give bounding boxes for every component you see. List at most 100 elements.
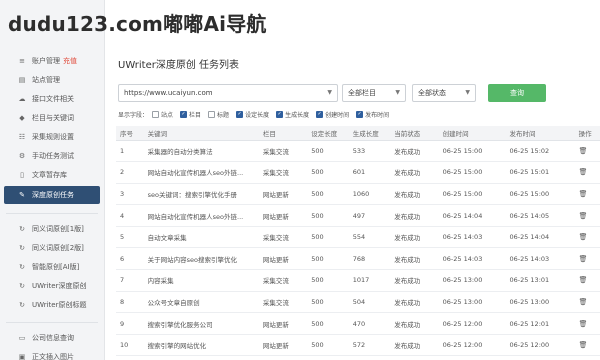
sidebar-item-label: 智能原创[AI版]: [32, 263, 80, 271]
row-index: 2: [116, 161, 144, 184]
row-keyword: 搜索引擎优化服务公司: [143, 312, 259, 335]
row-status: 发布成功: [390, 183, 439, 206]
row-gen-length: 601: [348, 161, 391, 184]
column-header: 序号: [116, 126, 144, 141]
checkbox-checked[interactable]: ✓: [180, 110, 188, 118]
row-created-time: 06-25 12:00: [438, 334, 506, 357]
delete-row-button[interactable]: 🗑: [574, 269, 600, 292]
row-keyword: 内容采集: [143, 269, 259, 292]
row-gen-length: 554: [348, 226, 391, 249]
row-published-time: 06-25 13:00: [505, 291, 575, 314]
column-header: 关键词: [143, 126, 259, 141]
row-index: 4: [116, 204, 144, 227]
row-published-time: 06-25 15:00: [505, 183, 575, 206]
delete-row-button[interactable]: 🗑: [574, 247, 600, 271]
row-column: 网站更新: [258, 312, 308, 335]
row-published-time: 06-25 12:01: [505, 312, 575, 335]
delete-row-button[interactable]: 🗑: [574, 183, 600, 206]
sidebar-item-uwriter-title[interactable]: ↻ UWriter原创标题: [0, 296, 104, 314]
field-toggle-site[interactable]: 站点: [152, 110, 173, 119]
row-published-time: 06-25 14:03: [505, 247, 575, 271]
sidebar-item-article-store[interactable]: ▯ 文章暂存库: [0, 166, 104, 184]
sidebar-item-keywords[interactable]: ◆ 栏目与关键词: [0, 109, 104, 127]
row-status: 发布成功: [390, 312, 439, 335]
row-published-time: 06-25 13:01: [505, 269, 575, 292]
column-header: 设定长度: [307, 126, 349, 141]
checkbox-label: 栏目: [189, 111, 202, 119]
row-keyword: 关于网站内容seo搜索引擎优化: [143, 247, 259, 271]
row-created-time: 06-25 12:00: [438, 312, 506, 335]
field-toggle-set-length[interactable]: ✓ 设定长度: [236, 110, 269, 119]
sidebar-item-insert-image[interactable]: ▣ 正文插入图片: [0, 348, 104, 360]
sidebar-item-rules[interactable]: ☷ 采集规则设置: [0, 128, 104, 146]
delete-row-button[interactable]: 🗑: [574, 334, 600, 357]
checkbox-checked[interactable]: ✓: [356, 110, 364, 118]
refresh-icon: ↻: [19, 263, 25, 271]
checkbox[interactable]: [208, 110, 216, 118]
sidebar-item-sites[interactable]: ▤ 站点管理: [0, 71, 104, 89]
edit-icon: ✎: [19, 191, 25, 199]
recharge-link[interactable]: 充值: [63, 56, 77, 66]
row-status: 发布成功: [390, 204, 439, 227]
delete-row-button[interactable]: 🗑: [574, 312, 600, 335]
row-column: 网站更新: [258, 183, 308, 206]
sidebar-item-label: 同义词原创[2版]: [32, 244, 84, 252]
checkbox-checked[interactable]: ✓: [236, 110, 244, 118]
column-header: 当前状态: [390, 126, 439, 141]
sidebar-item-synonym-v1[interactable]: ↻ 同义词原创[1版]: [0, 220, 104, 238]
trash-icon: 🗑: [578, 168, 588, 177]
row-column: 采集交流: [258, 140, 308, 163]
row-keyword: 网站自动化宣传机器人seo外链...: [143, 161, 259, 184]
trash-icon: 🗑: [578, 189, 588, 198]
file-icon: ▯: [20, 171, 24, 179]
delete-row-button[interactable]: 🗑: [574, 291, 600, 314]
image-icon: ▣: [18, 353, 26, 360]
row-created-time: 06-25 15:00: [438, 140, 506, 163]
row-published-time: 06-25 12:00: [505, 334, 575, 357]
delete-row-button[interactable]: 🗑: [574, 140, 600, 163]
sidebar-item-interface[interactable]: ☁ 接口文件相关: [0, 90, 104, 108]
gear-icon: ⚙: [18, 152, 26, 160]
chevron-down-icon: ▼: [395, 89, 400, 96]
sidebar-item-label: 站点管理: [32, 76, 60, 84]
row-index: 6: [116, 247, 144, 271]
site-url-select[interactable]: https://www.ucaiyun.com ▼: [118, 84, 338, 102]
row-keyword: 公众号文章自原创: [143, 291, 259, 314]
table-header-row: 序号 关键词 栏目 设定长度 生成长度 当前状态 创建时间 发布时间 操作: [116, 126, 600, 141]
field-toggle-published[interactable]: ✓ 发布时间: [356, 110, 389, 119]
status-select-value: 全部状态: [418, 89, 446, 97]
row-status: 发布成功: [390, 161, 439, 184]
refresh-icon: ↻: [19, 301, 25, 309]
field-toggle-created[interactable]: ✓ 创建时间: [316, 110, 349, 119]
trash-icon: 🗑: [578, 233, 588, 242]
row-created-time: 06-25 14:03: [438, 247, 506, 271]
sidebar-item-synonym-v2[interactable]: ↻ 同义词原创[2版]: [0, 239, 104, 257]
search-button[interactable]: 查询: [488, 84, 546, 102]
checkbox[interactable]: [152, 110, 160, 118]
sidebar-item-deep-original[interactable]: ✎ 深度原创任务: [4, 186, 100, 204]
sidebar-item-account[interactable]: ≡ 账户管理 充值: [0, 52, 104, 70]
field-toggle-gen-length[interactable]: ✓ 生成长度: [276, 110, 309, 119]
checkbox-checked[interactable]: ✓: [276, 110, 284, 118]
sidebar-item-uwriter-deep[interactable]: ↻ UWriter深度原创: [0, 277, 104, 295]
row-created-time: 06-25 13:00: [438, 269, 506, 292]
sidebar-item-manual-test[interactable]: ⚙ 手动任务测试: [0, 147, 104, 165]
status-select[interactable]: 全部状态 ▼: [412, 84, 476, 102]
delete-row-button[interactable]: 🗑: [574, 204, 600, 227]
sidebar-item-company-query[interactable]: ▭ 公司信息查询: [0, 329, 104, 347]
row-status: 发布成功: [390, 269, 439, 292]
checkbox-checked[interactable]: ✓: [316, 110, 324, 118]
sidebar: ≡ 账户管理 充值 ▤ 站点管理 ☁ 接口文件相关 ◆ 栏目与关键词 ☷ 采集规则设置 ⚙ 手…: [0, 0, 105, 360]
column-select[interactable]: 全部栏目 ▼: [342, 84, 406, 102]
checkbox-label: 设定长度: [245, 111, 270, 119]
sidebar-item-ai-original[interactable]: ↻ 智能原创[AI版]: [0, 258, 104, 276]
checkbox-label: 生成长度: [285, 111, 310, 119]
column-header: 栏目: [258, 126, 308, 141]
row-created-time: 06-25 15:00: [438, 161, 506, 184]
row-gen-length: 533: [348, 140, 391, 163]
field-toggle-title[interactable]: 标题: [208, 110, 229, 119]
delete-row-button[interactable]: 🗑: [574, 161, 600, 184]
column-header: 操作: [574, 126, 600, 141]
field-toggle-column[interactable]: ✓ 栏目: [180, 110, 201, 119]
delete-row-button[interactable]: 🗑: [574, 226, 600, 249]
